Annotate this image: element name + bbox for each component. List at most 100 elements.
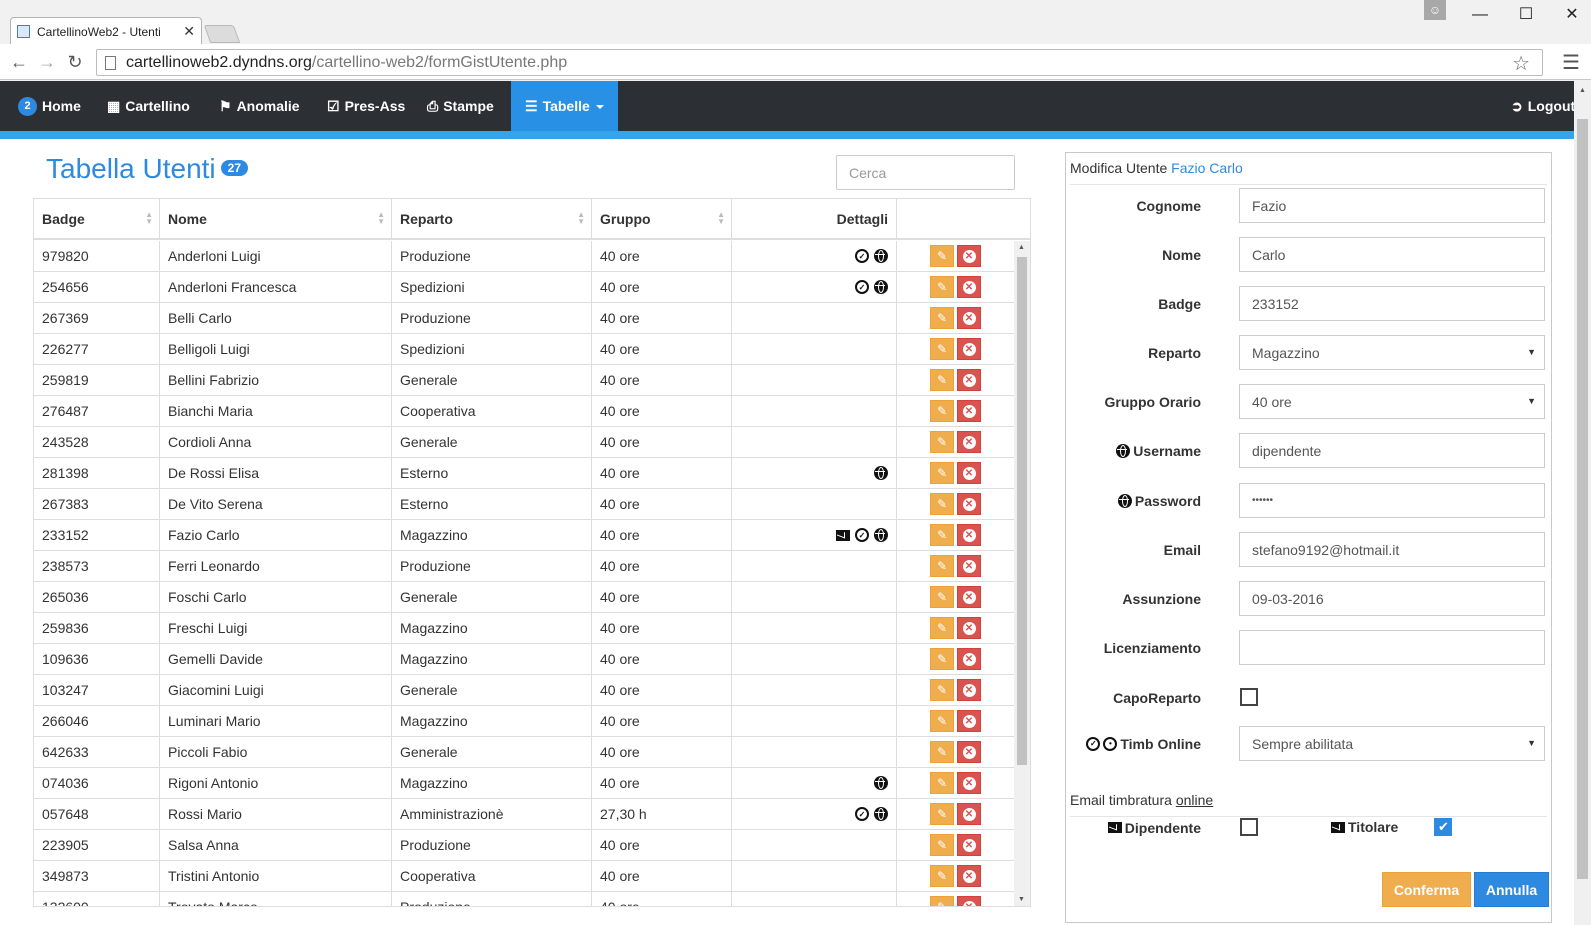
email-section-link[interactable]: online bbox=[1176, 792, 1213, 808]
delete-button[interactable]: ✕ bbox=[957, 493, 981, 515]
edit-button[interactable]: ✎ bbox=[930, 710, 954, 732]
table-row[interactable]: 109636 Gemelli Davide Magazzino 40 ore ✎ ✕ bbox=[34, 644, 1014, 675]
back-arrow-icon[interactable]: ← bbox=[6, 50, 32, 74]
username-input[interactable]: dipendente bbox=[1239, 433, 1545, 468]
table-row[interactable]: 226277 Belligoli Luigi Spedizioni 40 ore ✎ ✕ bbox=[34, 334, 1014, 365]
bookmark-star-icon[interactable]: ☆ bbox=[1512, 51, 1530, 76]
table-row[interactable]: 057648 Rossi Mario Amministrazionè 27,30 h ✓… bbox=[34, 799, 1014, 830]
browser-tab[interactable]: CartellinoWeb2 - Utenti ✕ bbox=[10, 17, 202, 45]
table-row[interactable]: 103247 Giacomini Luigi Generale 40 ore ✎ ✕ bbox=[34, 675, 1014, 706]
edit-button[interactable]: ✎ bbox=[930, 648, 954, 670]
nav-home[interactable]: 2 Home bbox=[4, 81, 95, 131]
edit-button[interactable]: ✎ bbox=[930, 586, 954, 608]
email-input[interactable]: stefano9192@hotmail.it bbox=[1239, 532, 1545, 567]
page-scrollbar[interactable]: ▲ bbox=[1574, 81, 1591, 925]
delete-button[interactable]: ✕ bbox=[957, 431, 981, 453]
table-row[interactable]: 233152 Fazio Carlo Magazzino 40 ore ✓ ✎ ✕ bbox=[34, 520, 1014, 551]
scroll-down-icon[interactable]: ▼ bbox=[1018, 896, 1025, 903]
table-row[interactable]: 642633 Piccoli Fabio Generale 40 ore ✎ ✕ bbox=[34, 737, 1014, 768]
delete-button[interactable]: ✕ bbox=[957, 586, 981, 608]
table-row[interactable]: 979820 Anderloni Luigi Produzione 40 ore ✓ ✎ ✕ bbox=[34, 241, 1014, 272]
edit-button[interactable]: ✎ bbox=[930, 524, 954, 546]
edit-button[interactable]: ✎ bbox=[930, 679, 954, 701]
timb-online-select[interactable]: Sempre abilitata ▼ bbox=[1239, 726, 1545, 761]
reload-icon[interactable]: ↻ bbox=[62, 50, 88, 74]
page-scroll-up-icon[interactable]: ▲ bbox=[1579, 87, 1586, 94]
tab-close-icon[interactable]: ✕ bbox=[183, 23, 195, 40]
nav-tabelle[interactable]: ☰ Tabelle bbox=[511, 81, 618, 131]
delete-button[interactable]: ✕ bbox=[957, 896, 981, 906]
caporeparto-checkbox[interactable] bbox=[1240, 688, 1258, 706]
edit-button[interactable]: ✎ bbox=[930, 896, 954, 906]
address-bar[interactable]: cartellinoweb2.dyndns.org/cartellino-web… bbox=[96, 49, 1543, 76]
close-window-button[interactable]: ✕ bbox=[1557, 4, 1587, 26]
edit-button[interactable]: ✎ bbox=[930, 276, 954, 298]
table-row[interactable]: 259819 Bellini Fabrizio Generale 40 ore ✎ ✕ bbox=[34, 365, 1014, 396]
nav-stampe[interactable]: ⎙ Stampe bbox=[413, 81, 508, 131]
table-row[interactable]: 132600 Trovato Marco Produzione 40 ore ✎ ✕ bbox=[34, 892, 1014, 906]
edit-button[interactable]: ✎ bbox=[930, 865, 954, 887]
table-row[interactable]: 238573 Ferri Leonardo Produzione 40 ore ✎ ✕ bbox=[34, 551, 1014, 582]
table-row[interactable]: 267369 Belli Carlo Produzione 40 ore ✎ ✕ bbox=[34, 303, 1014, 334]
badge-input[interactable]: 233152 bbox=[1239, 286, 1545, 321]
delete-button[interactable]: ✕ bbox=[957, 462, 981, 484]
delete-button[interactable]: ✕ bbox=[957, 803, 981, 825]
col-nome[interactable]: Nome ▲ ▼ bbox=[160, 199, 392, 238]
table-row[interactable]: 243528 Cordioli Anna Generale 40 ore ✎ ✕ bbox=[34, 427, 1014, 458]
nome-input[interactable]: Carlo bbox=[1239, 237, 1545, 272]
table-row[interactable]: 276487 Bianchi Maria Cooperativa 40 ore ✎ ✕ bbox=[34, 396, 1014, 427]
delete-button[interactable]: ✕ bbox=[957, 741, 981, 763]
edit-button[interactable]: ✎ bbox=[930, 834, 954, 856]
edit-button[interactable]: ✎ bbox=[930, 462, 954, 484]
cognome-input[interactable]: Fazio bbox=[1239, 188, 1545, 223]
nav-pres-ass[interactable]: ☑ Pres-Ass bbox=[313, 81, 419, 131]
table-row[interactable]: 266046 Luminari Mario Magazzino 40 ore ✎ ✕ bbox=[34, 706, 1014, 737]
gruppo-select[interactable]: 40 ore ▼ bbox=[1239, 384, 1545, 419]
minimize-button[interactable]: — bbox=[1465, 4, 1495, 26]
delete-button[interactable]: ✕ bbox=[957, 245, 981, 267]
search-input[interactable] bbox=[836, 155, 1015, 190]
table-row[interactable]: 267383 De Vito Serena Esterno 40 ore ✎ ✕ bbox=[34, 489, 1014, 520]
table-row[interactable]: 074036 Rigoni Antonio Magazzino 40 ore ✎ ✕ bbox=[34, 768, 1014, 799]
table-scroll-thumb[interactable] bbox=[1017, 257, 1027, 765]
col-gruppo[interactable]: Gruppo ▲ ▼ bbox=[592, 199, 732, 238]
table-row[interactable]: 281398 De Rossi Elisa Esterno 40 ore ✎ ✕ bbox=[34, 458, 1014, 489]
delete-button[interactable]: ✕ bbox=[957, 834, 981, 856]
edit-button[interactable]: ✎ bbox=[930, 400, 954, 422]
delete-button[interactable]: ✕ bbox=[957, 400, 981, 422]
browser-menu-icon[interactable]: ☰ bbox=[1562, 50, 1580, 75]
new-tab-button[interactable] bbox=[203, 25, 241, 43]
edit-button[interactable]: ✎ bbox=[930, 431, 954, 453]
delete-button[interactable]: ✕ bbox=[957, 679, 981, 701]
maximize-button[interactable]: ☐ bbox=[1511, 4, 1541, 26]
nav-cartellino[interactable]: ▦ Cartellino bbox=[93, 81, 204, 131]
delete-button[interactable]: ✕ bbox=[957, 710, 981, 732]
forward-arrow-icon[interactable]: → bbox=[34, 50, 60, 74]
table-row[interactable]: 259836 Freschi Luigi Magazzino 40 ore ✎ ✕ bbox=[34, 613, 1014, 644]
page-scroll-thumb[interactable] bbox=[1577, 119, 1588, 879]
delete-button[interactable]: ✕ bbox=[957, 524, 981, 546]
table-scrollbar[interactable]: ▲ ▼ bbox=[1014, 241, 1030, 906]
col-reparto[interactable]: Reparto ▲ ▼ bbox=[392, 199, 592, 238]
delete-button[interactable]: ✕ bbox=[957, 617, 981, 639]
delete-button[interactable]: ✕ bbox=[957, 772, 981, 794]
titolare-checkbox[interactable] bbox=[1434, 818, 1452, 836]
nav-anomalie[interactable]: ⚑ Anomalie bbox=[205, 81, 314, 131]
edit-button[interactable]: ✎ bbox=[930, 493, 954, 515]
reparto-select[interactable]: Magazzino ▼ bbox=[1239, 335, 1545, 370]
assunzione-input[interactable]: 09-03-2016 bbox=[1239, 581, 1545, 616]
cancel-button[interactable]: Annulla bbox=[1474, 872, 1549, 907]
edit-button[interactable]: ✎ bbox=[930, 245, 954, 267]
edit-button[interactable]: ✎ bbox=[930, 617, 954, 639]
delete-button[interactable]: ✕ bbox=[957, 648, 981, 670]
licenziamento-input[interactable] bbox=[1239, 630, 1545, 665]
edit-button[interactable]: ✎ bbox=[930, 741, 954, 763]
table-row[interactable]: 223905 Salsa Anna Produzione 40 ore ✎ ✕ bbox=[34, 830, 1014, 861]
edit-button[interactable]: ✎ bbox=[930, 772, 954, 794]
delete-button[interactable]: ✕ bbox=[957, 307, 981, 329]
delete-button[interactable]: ✕ bbox=[957, 338, 981, 360]
edit-button[interactable]: ✎ bbox=[930, 307, 954, 329]
table-row[interactable]: 349873 Tristini Antonio Cooperativa 40 ore ✎… bbox=[34, 861, 1014, 892]
password-input[interactable]: •••••• bbox=[1239, 483, 1545, 518]
delete-button[interactable]: ✕ bbox=[957, 555, 981, 577]
